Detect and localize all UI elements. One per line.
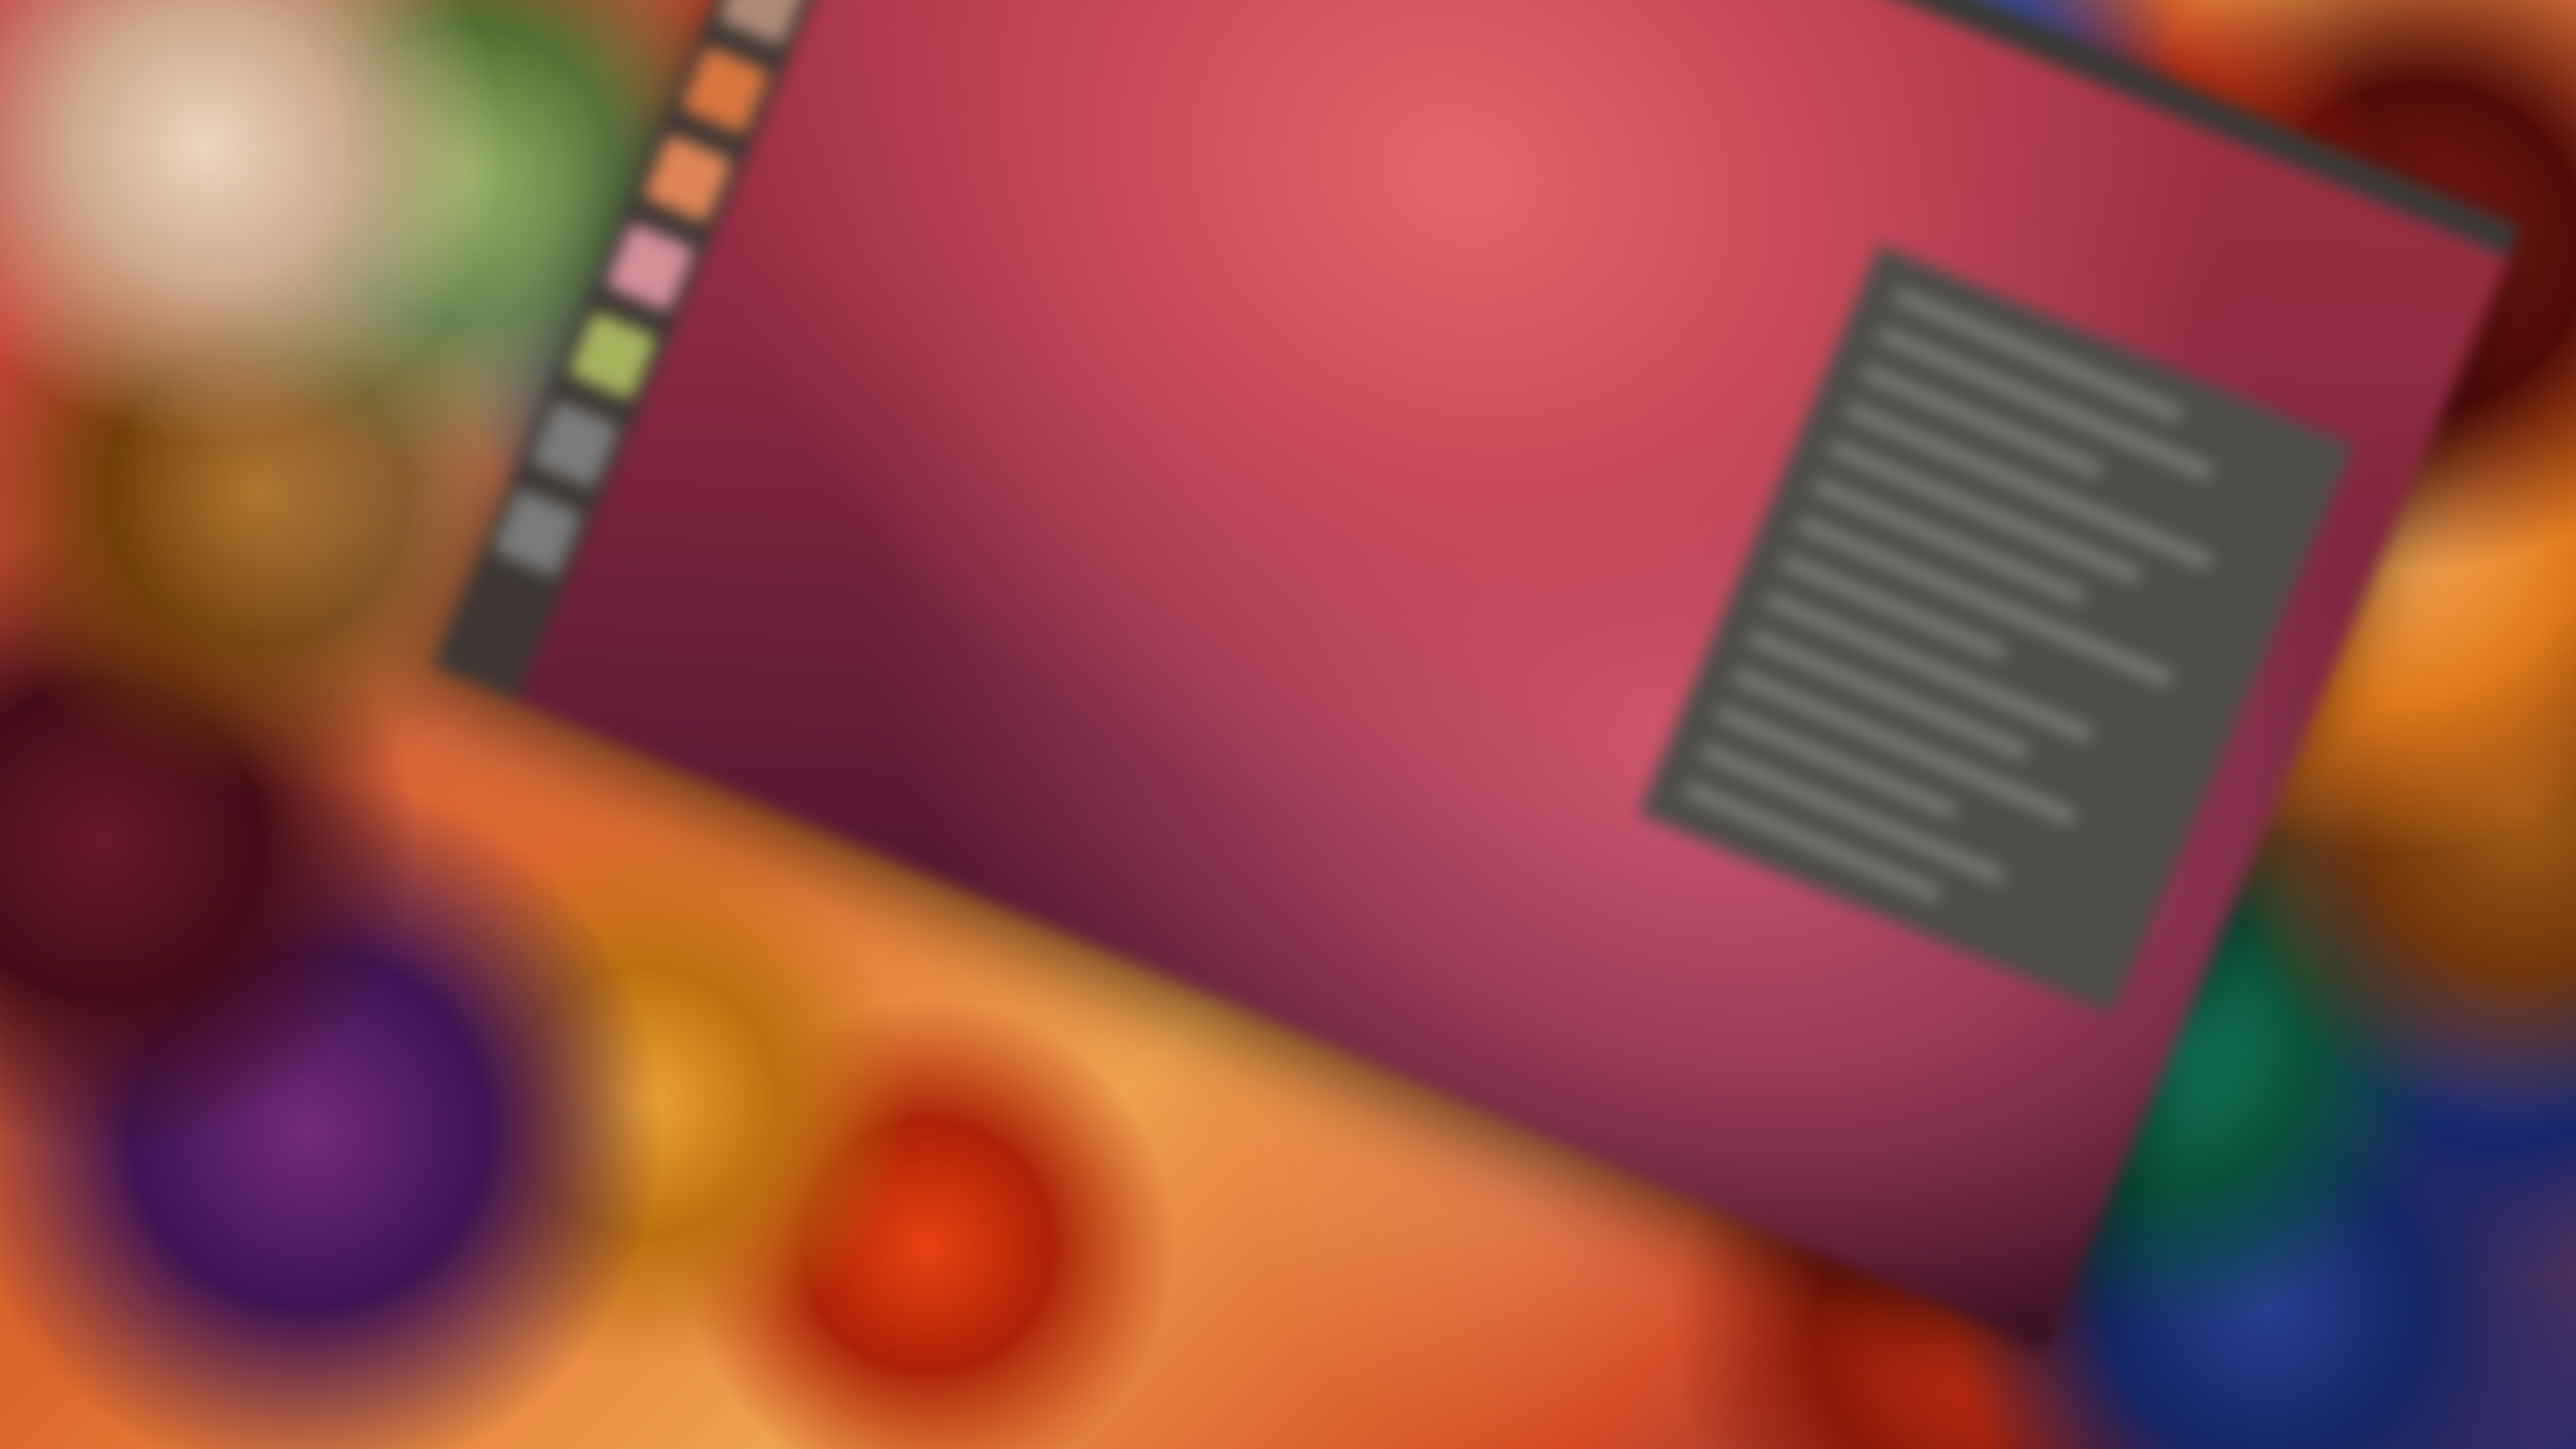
help-icon[interactable]: [605, 221, 696, 312]
store-icon[interactable]: [642, 133, 733, 224]
settings-icon[interactable]: [567, 310, 658, 401]
dash-menu-item[interactable]: [1796, 517, 2173, 686]
presentation-icon[interactable]: [680, 45, 771, 136]
dash-menu-item[interactable]: [1844, 403, 2214, 569]
document-icon[interactable]: [717, 0, 808, 47]
photo-scene: [0, 0, 2576, 1449]
dash-menu-item[interactable]: [1780, 555, 2007, 660]
trash-icon[interactable]: [492, 487, 583, 578]
workspace-icon[interactable]: [530, 398, 620, 489]
